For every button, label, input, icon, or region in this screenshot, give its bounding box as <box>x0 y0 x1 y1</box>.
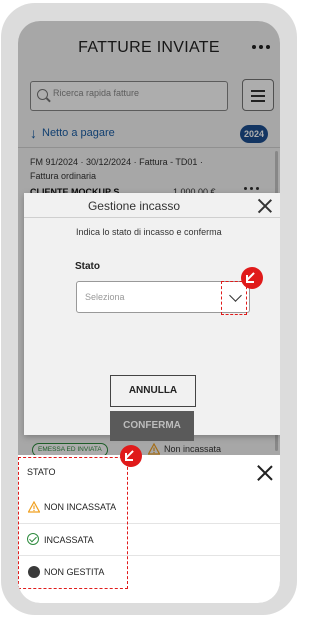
callout-arrow-icon <box>241 267 263 289</box>
status-field-label: Stato <box>75 261 100 272</box>
modal-close-icon[interactable] <box>256 197 274 215</box>
divider <box>24 217 280 218</box>
modal-instruction: Indica lo stato di incasso e conferma <box>76 227 222 237</box>
confirm-button[interactable]: CONFERMA <box>110 411 194 441</box>
select-placeholder: Seleziona <box>85 292 125 302</box>
phone-frame: FATTURE INVIATE ↓ Netto a pagare 2024 FM… <box>1 3 297 615</box>
sheet-close-icon[interactable] <box>256 463 274 481</box>
cancel-button[interactable]: ANNULLA <box>110 375 196 407</box>
highlight-box-options <box>18 457 128 589</box>
modal-title: Gestione incasso <box>87 199 181 213</box>
highlight-box-dropdown <box>221 281 247 315</box>
phone-screen: FATTURE INVIATE ↓ Netto a pagare 2024 FM… <box>18 21 280 603</box>
callout-arrow-icon <box>120 445 142 467</box>
